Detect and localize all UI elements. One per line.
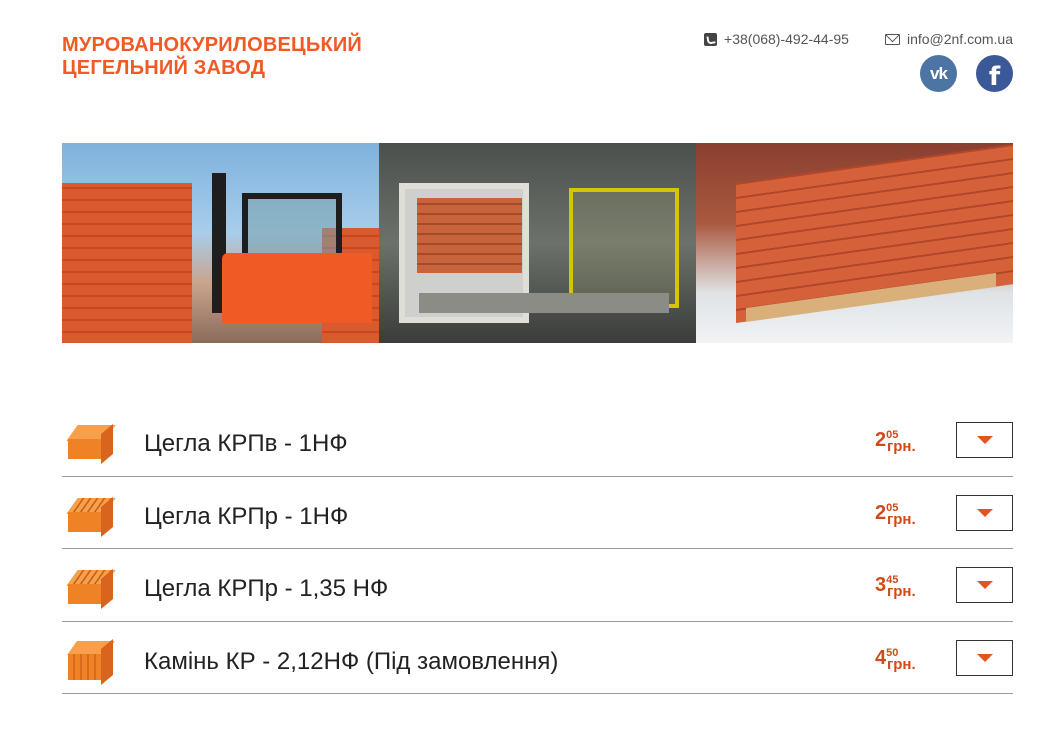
chevron-down-icon — [976, 653, 993, 662]
expand-button[interactable] — [956, 494, 1013, 531]
product-row: Цегла КРПр - 1НФ 205 грн. — [62, 477, 1013, 549]
facebook-icon[interactable]: f — [976, 55, 1013, 92]
hollow-brick-icon — [66, 568, 116, 610]
expand-button[interactable] — [956, 639, 1013, 676]
social-links: vk f — [920, 55, 1013, 92]
product-price: 205 грн. — [875, 501, 916, 528]
vk-icon[interactable]: vk — [920, 55, 957, 92]
product-name: Цегла КРПв - 1НФ — [144, 430, 348, 457]
email-contact[interactable]: info@2nf.com.ua — [884, 31, 1013, 47]
expand-button[interactable] — [956, 422, 1013, 458]
phone-contact[interactable]: +38(068)-492-44-95 — [704, 31, 849, 47]
product-name: Цегла КРПр - 1НФ — [144, 502, 349, 530]
chevron-down-icon — [976, 436, 993, 444]
phone-number[interactable]: +38(068)-492-44-95 — [724, 31, 849, 47]
brand-line-2: ЦЕГЕЛЬНИЙ ЗАВОД — [62, 57, 266, 79]
banner-image-kiln — [379, 143, 696, 343]
chevron-down-icon — [976, 508, 993, 517]
ceramic-block-icon — [67, 638, 115, 685]
hero-banner — [62, 143, 1013, 343]
brand-title: МУРОВАНОКУРИЛОВЕЦЬКИЙ ЦЕГЕЛЬНИЙ ЗАВОД — [62, 34, 362, 80]
product-list: Цегла КРПв - 1НФ 205 грн. Цегла КРПр - 1… — [62, 404, 1013, 694]
product-row: Цегла КРПр - 1,35 НФ 345 грн. — [62, 549, 1013, 622]
chevron-down-icon — [976, 581, 993, 589]
product-name: Камінь КР - 2,12НФ (Під замовлення) — [144, 647, 559, 675]
product-row: Камінь КР - 2,12НФ (Під замовлення) 450 … — [62, 622, 1013, 694]
product-price: 205 грн. — [875, 429, 916, 455]
mail-icon — [884, 33, 900, 45]
product-row: Цегла КРПв - 1НФ 205 грн. — [62, 404, 1013, 477]
banner-image-brick-stacks — [696, 143, 1013, 343]
product-price: 450 грн. — [875, 646, 916, 673]
brand-line-1: МУРОВАНОКУРИЛОВЕЦЬКИЙ — [62, 34, 363, 56]
contacts: +38(068)-492-44-95 info@2nf.com.ua — [704, 31, 1013, 47]
product-name: Цегла КРПр - 1,35 НФ — [144, 575, 389, 602]
solid-brick-icon — [66, 423, 116, 465]
product-price: 345 грн. — [875, 574, 916, 600]
hollow-brick-icon — [66, 496, 116, 537]
expand-button[interactable] — [956, 567, 1013, 603]
phone-icon — [704, 32, 718, 46]
banner-image-forklift — [62, 143, 379, 343]
email-address[interactable]: info@2nf.com.ua — [907, 31, 1013, 47]
